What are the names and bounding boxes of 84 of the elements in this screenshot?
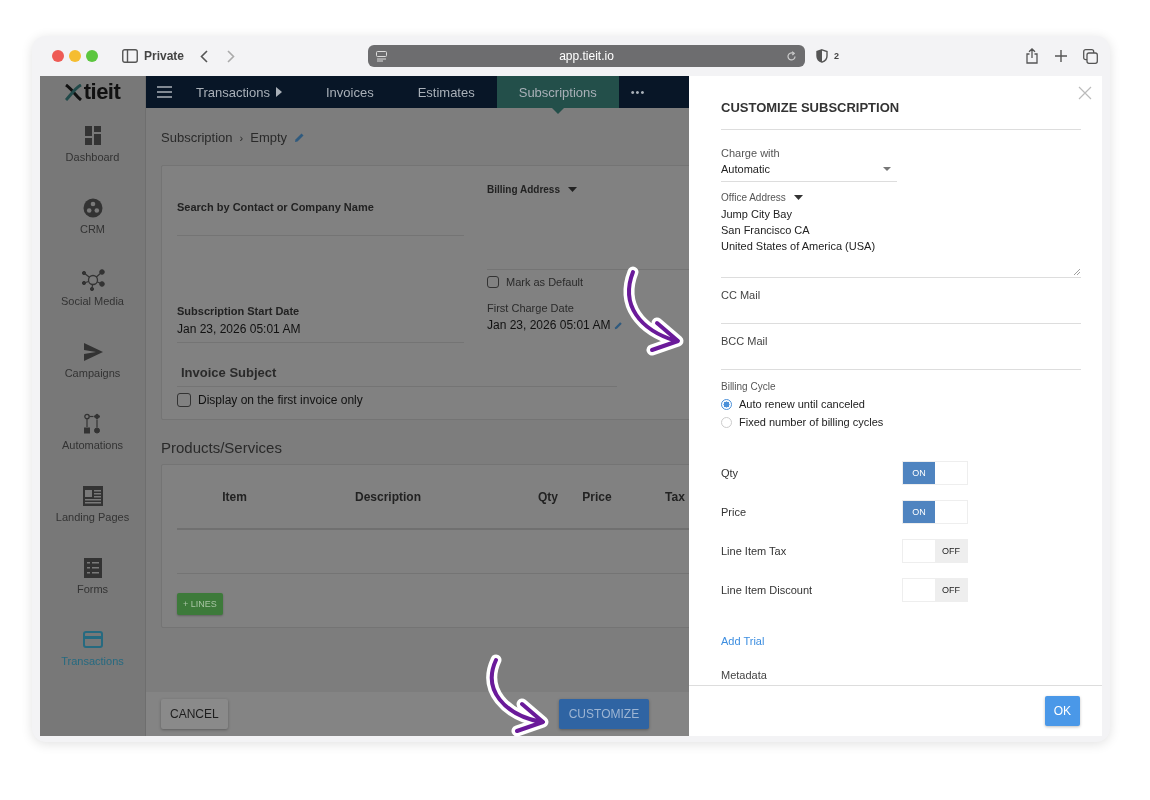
- section-title: Metadata: [721, 669, 768, 681]
- checkbox[interactable]: [487, 276, 499, 288]
- pencil-icon[interactable]: [614, 320, 624, 330]
- column-header: Description: [354, 489, 422, 504]
- tabs-overview-icon[interactable]: [1083, 48, 1098, 64]
- nav-tab[interactable]: Subscriptions: [496, 76, 619, 108]
- nav-tab[interactable]: Invoices: [303, 76, 396, 108]
- sidebar-item[interactable]: CRM: [40, 180, 145, 252]
- panel-title: CUSTOMIZE SUBSCRIPTION: [721, 76, 1081, 130]
- page-icon: [376, 50, 388, 62]
- field-label: Subscription Start Date: [177, 305, 301, 317]
- close-window-icon[interactable]: [52, 50, 64, 62]
- invoice-subject-field[interactable]: Invoice Subject: [177, 365, 617, 387]
- column-header: Qty: [537, 489, 559, 504]
- sidebar-item[interactable]: Landing Pages: [40, 468, 145, 540]
- web-page-icon: [80, 485, 105, 507]
- address-bar[interactable]: app.tieit.io: [368, 45, 806, 67]
- resize-handle-icon[interactable]: [1074, 269, 1080, 275]
- close-icon[interactable]: [1078, 86, 1092, 100]
- radio-label: Fixed number of billing cycles: [739, 416, 884, 428]
- breadcrumb-separator: ›: [239, 131, 244, 144]
- zoom-window-icon[interactable]: [86, 50, 98, 62]
- date-value[interactable]: Jan 23, 2026 05:01 AM: [177, 322, 464, 336]
- checkbox-label: Mark as Default: [506, 276, 584, 288]
- reload-icon[interactable]: [786, 50, 798, 62]
- tracker-count: 2: [834, 51, 840, 61]
- tab-pointer-icon: [551, 108, 564, 114]
- sidebar-toggle-icon[interactable]: [122, 49, 138, 63]
- breadcrumb-item[interactable]: Empty: [250, 130, 288, 145]
- column-header: Price: [581, 489, 613, 504]
- caret-icon: [568, 187, 577, 192]
- toggle-switch[interactable]: OFF: [902, 578, 968, 602]
- checkbox-label: Display on the first invoice only: [198, 393, 363, 407]
- sidebar-item[interactable]: Automations: [40, 396, 145, 468]
- billing-address-dropdown[interactable]: Billing Address: [487, 180, 689, 195]
- sidebar-item[interactable]: Forms: [40, 540, 145, 612]
- caret-icon: [793, 195, 803, 200]
- logo-mark-icon: [64, 83, 82, 101]
- section-title: Products/Services: [161, 439, 283, 456]
- logo-text: tieit: [83, 79, 121, 105]
- checkbox[interactable]: [177, 393, 191, 407]
- toggle-label: Line Item Discount: [721, 584, 814, 596]
- nav-tab[interactable]: Estimates: [395, 76, 497, 108]
- bcc-mail-field[interactable]: BCC Mail: [721, 324, 1081, 370]
- toggle-switch[interactable]: OFF: [902, 539, 968, 563]
- address-textarea[interactable]: Jump City Bay San Francisco CA United States of America (USA): [721, 203, 1081, 278]
- share-icon[interactable]: [1025, 48, 1039, 64]
- radio-label: Auto renew until canceled: [739, 398, 865, 410]
- add-lines-button[interactable]: + LINES: [177, 593, 223, 615]
- toggle-label: Price: [721, 506, 748, 518]
- toggle-switch[interactable]: ON: [902, 461, 968, 485]
- new-tab-icon[interactable]: [1054, 49, 1068, 63]
- private-label: Private: [144, 49, 185, 63]
- charge-with-select[interactable]: Charge with Automatic: [721, 130, 897, 182]
- menu-icon[interactable]: [157, 86, 172, 98]
- column-header: Item: [221, 489, 248, 504]
- shield-icon[interactable]: [816, 49, 829, 63]
- card-icon: [80, 629, 105, 651]
- more-menu[interactable]: •••: [630, 86, 646, 98]
- cc-mail-field[interactable]: CC Mail: [721, 278, 1081, 324]
- toggle-label: Line Item Tax: [721, 545, 788, 557]
- contact-search-field[interactable]: Search by Contact or Company Name: [177, 180, 464, 236]
- date-value: Jan 23, 2026 05:01 AM: [487, 318, 611, 332]
- field-label: First Charge Date: [487, 302, 575, 314]
- toggle-label: Qty: [721, 467, 740, 479]
- sidebar-item[interactable]: Dashboard: [40, 108, 145, 180]
- nav-tab[interactable]: Transactions: [186, 76, 304, 108]
- customize-button[interactable]: CUSTOMIZE: [558, 699, 650, 729]
- add-trial-link[interactable]: Add Trial: [721, 635, 1081, 647]
- cancel-button[interactable]: CANCEL: [161, 699, 228, 729]
- radio-button[interactable]: [721, 398, 732, 410]
- sidebar-item[interactable]: Campaigns: [40, 324, 145, 396]
- forward-icon[interactable]: [227, 49, 236, 63]
- office-address-dropdown[interactable]: Office Address: [721, 192, 1081, 203]
- back-icon[interactable]: [200, 49, 209, 63]
- network-icon: [80, 269, 105, 291]
- caret-icon: [883, 167, 891, 171]
- toggle-switch[interactable]: ON: [902, 500, 968, 524]
- sidebar-item[interactable]: Social Media: [40, 252, 145, 324]
- pencil-icon[interactable]: [294, 132, 306, 143]
- ok-button[interactable]: OK: [1044, 696, 1080, 726]
- column-header: Tax: [664, 489, 686, 504]
- breadcrumb-item[interactable]: Subscription: [161, 130, 233, 145]
- field-label: Billing Cycle: [721, 381, 777, 392]
